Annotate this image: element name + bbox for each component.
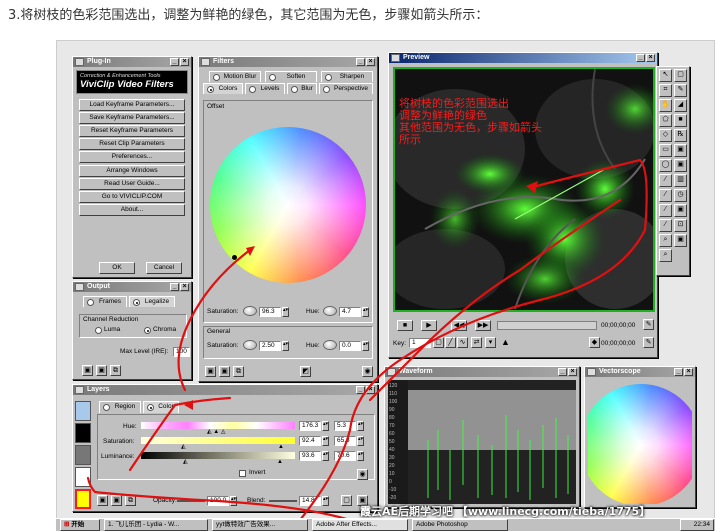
taskbar-item-yyt[interactable]: yyt做特效广告效果... [212,519,308,531]
arrow-swatch-to-layers [128,396,232,472]
arrow-layers-to-preview [368,198,622,402]
red-arrows [86,158,648,522]
taskbar-item-photoshop[interactable]: Adobe Photoshop [412,519,508,531]
arrow-to-color-wheel [177,248,252,392]
taskbar-item-after-effects[interactable]: Adobe After Effects... [312,519,408,531]
taskbar-clock: 22:34 [680,519,714,531]
start-button[interactable]: ⊞ 开始 [60,519,100,531]
arrow-to-color-tab [298,158,648,522]
arrow-to-preview-leaves [528,158,642,190]
taskbar-item-music[interactable]: 1. 飞儿乐团 - Lydia - W... [104,519,208,531]
arrowhead [526,181,538,193]
arrow-to-layers-swatch [86,476,352,522]
watermark: 霞云AE后期学习吧 【www.linecg.com/tieba/1775】 [360,505,651,518]
windows-logo-icon: ⊞ [64,521,70,528]
start-label: 开始 [71,521,85,528]
